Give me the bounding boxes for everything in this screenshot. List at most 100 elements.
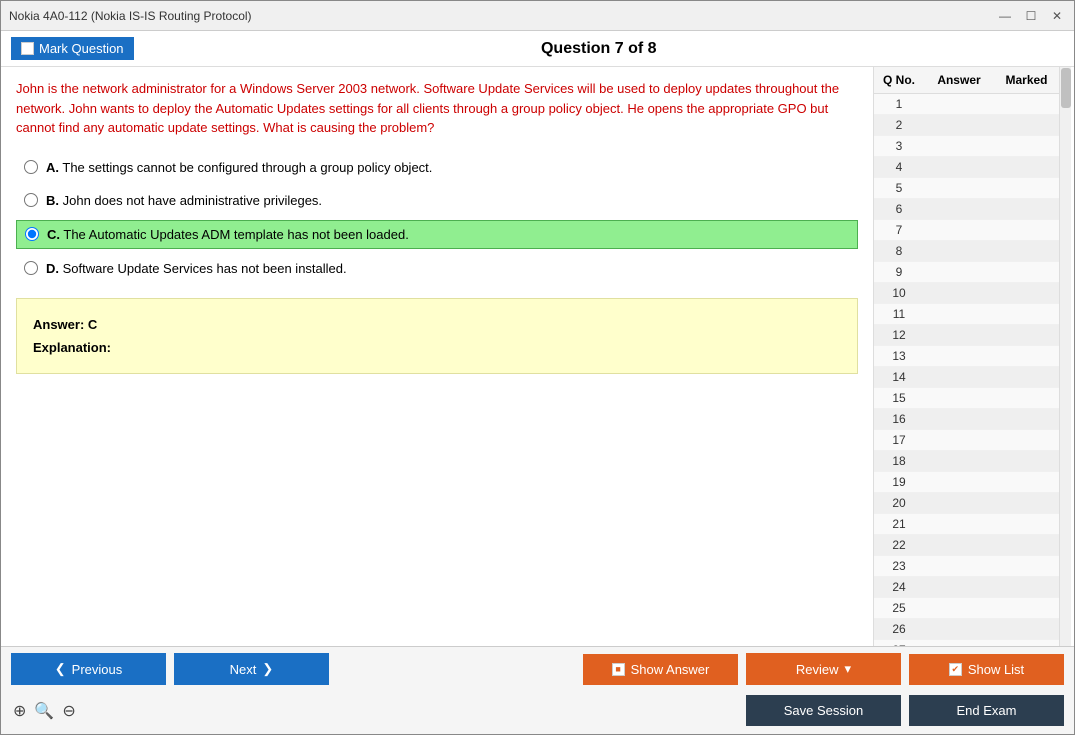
option-b[interactable]: B. John does not have administrative pri… xyxy=(16,187,858,214)
sidebar-row-marked xyxy=(994,430,1059,450)
sidebar-row-answer xyxy=(924,136,994,156)
title-bar-controls: — ☐ ✕ xyxy=(996,9,1066,23)
sidebar-row-marked xyxy=(994,472,1059,492)
sidebar-header-marked: Marked xyxy=(994,71,1059,89)
show-list-button[interactable]: ✔ Show List xyxy=(909,654,1064,685)
sidebar-row[interactable]: 13 xyxy=(874,346,1059,367)
review-button[interactable]: Review ▾ xyxy=(746,653,901,685)
option-a[interactable]: A. The settings cannot be configured thr… xyxy=(16,154,858,181)
previous-button[interactable]: Previous xyxy=(11,653,166,685)
zoom-normal-button[interactable]: 🔍 xyxy=(32,699,56,723)
sidebar-row-marked xyxy=(994,220,1059,240)
sidebar-row-answer xyxy=(924,493,994,513)
minimize-button[interactable]: — xyxy=(996,9,1014,23)
sidebar-row[interactable]: 4 xyxy=(874,157,1059,178)
sidebar-row-qno: 24 xyxy=(874,577,924,597)
sidebar-row-answer xyxy=(924,430,994,450)
option-a-radio[interactable] xyxy=(24,160,38,174)
sidebar-row-qno: 1 xyxy=(874,94,924,114)
sidebar-row-answer xyxy=(924,619,994,639)
option-d-radio[interactable] xyxy=(24,261,38,275)
sidebar-row[interactable]: 5 xyxy=(874,178,1059,199)
save-session-button[interactable]: Save Session xyxy=(746,695,901,726)
zoom-out-button[interactable]: ⊖ xyxy=(60,699,77,723)
sidebar-row[interactable]: 16 xyxy=(874,409,1059,430)
sidebar-row[interactable]: 26 xyxy=(874,619,1059,640)
close-button[interactable]: ✕ xyxy=(1048,9,1066,23)
sidebar-row[interactable]: 21 xyxy=(874,514,1059,535)
sidebar-row[interactable]: 2 xyxy=(874,115,1059,136)
sidebar-scrollbar-thumb[interactable] xyxy=(1061,68,1071,108)
sidebar-row[interactable]: 22 xyxy=(874,535,1059,556)
sidebar-row-qno: 14 xyxy=(874,367,924,387)
show-list-label: Show List xyxy=(968,662,1024,677)
sidebar-row-marked xyxy=(994,556,1059,576)
sidebar-row[interactable]: 1 xyxy=(874,94,1059,115)
end-exam-label: End Exam xyxy=(957,703,1017,718)
sidebar-row-marked xyxy=(994,325,1059,345)
sidebar-row-marked xyxy=(994,304,1059,324)
option-d[interactable]: D. Software Update Services has not been… xyxy=(16,255,858,282)
sidebar-row[interactable]: 6 xyxy=(874,199,1059,220)
save-session-label: Save Session xyxy=(784,703,864,718)
sidebar-row[interactable]: 7 xyxy=(874,220,1059,241)
sidebar-row-marked xyxy=(994,241,1059,261)
sidebar-row[interactable]: 20 xyxy=(874,493,1059,514)
sidebar-row-marked xyxy=(994,199,1059,219)
sidebar-row-marked xyxy=(994,493,1059,513)
mark-question-button[interactable]: Mark Question xyxy=(11,37,134,60)
sidebar-row[interactable]: 23 xyxy=(874,556,1059,577)
sidebar-row-answer xyxy=(924,178,994,198)
review-label: Review xyxy=(796,662,839,677)
answer-box: Answer: C Explanation: xyxy=(16,298,858,375)
sidebar-row[interactable]: 25 xyxy=(874,598,1059,619)
action-row: ⊕ 🔍 ⊖ Save Session End Exam xyxy=(1,691,1074,734)
sidebar-header-qno: Q No. xyxy=(874,71,924,89)
option-c[interactable]: C. The Automatic Updates ADM template ha… xyxy=(16,220,858,249)
option-b-radio[interactable] xyxy=(24,193,38,207)
end-exam-button[interactable]: End Exam xyxy=(909,695,1064,726)
sidebar-row-qno: 17 xyxy=(874,430,924,450)
next-button[interactable]: Next xyxy=(174,653,329,685)
sidebar-row[interactable]: 9 xyxy=(874,262,1059,283)
sidebar-row-qno: 5 xyxy=(874,178,924,198)
title-bar: Nokia 4A0-112 (Nokia IS-IS Routing Proto… xyxy=(1,1,1074,31)
sidebar-row-answer xyxy=(924,409,994,429)
sidebar-row[interactable]: 8 xyxy=(874,241,1059,262)
sidebar-row-marked xyxy=(994,598,1059,618)
sidebar-row[interactable]: 17 xyxy=(874,430,1059,451)
sidebar-row-qno: 3 xyxy=(874,136,924,156)
show-answer-check-icon: ■ xyxy=(612,663,625,676)
next-label: Next xyxy=(230,662,257,677)
sidebar-row-marked xyxy=(994,451,1059,471)
sidebar-row[interactable]: 15 xyxy=(874,388,1059,409)
zoom-in-button[interactable]: ⊕ xyxy=(11,699,28,723)
sidebar-row-answer xyxy=(924,262,994,282)
sidebar-row-marked xyxy=(994,136,1059,156)
zoom-controls: ⊕ 🔍 ⊖ xyxy=(11,699,78,723)
sidebar-scrollbar[interactable] xyxy=(1059,67,1071,646)
show-answer-button[interactable]: ■ Show Answer xyxy=(583,654,738,685)
sidebar-row-marked xyxy=(994,157,1059,177)
sidebar-row[interactable]: 19 xyxy=(874,472,1059,493)
option-c-radio[interactable] xyxy=(25,227,39,241)
restore-button[interactable]: ☐ xyxy=(1022,9,1040,23)
sidebar-row[interactable]: 10 xyxy=(874,283,1059,304)
sidebar-row[interactable]: 14 xyxy=(874,367,1059,388)
sidebar-row[interactable]: 3 xyxy=(874,136,1059,157)
sidebar-row[interactable]: 11 xyxy=(874,304,1059,325)
sidebar-row-qno: 23 xyxy=(874,556,924,576)
sidebar-row-answer xyxy=(924,241,994,261)
sidebar-row-qno: 13 xyxy=(874,346,924,366)
explanation-text: Explanation: xyxy=(33,336,841,359)
question-area: John is the network administrator for a … xyxy=(1,67,874,646)
previous-label: Previous xyxy=(72,662,123,677)
sidebar-row[interactable]: 18 xyxy=(874,451,1059,472)
sidebar-row-marked xyxy=(994,409,1059,429)
sidebar-row-qno: 12 xyxy=(874,325,924,345)
sidebar-row[interactable]: 12 xyxy=(874,325,1059,346)
sidebar-row[interactable]: 24 xyxy=(874,577,1059,598)
sidebar-row-marked xyxy=(994,535,1059,555)
sidebar-row-marked xyxy=(994,115,1059,135)
options-list: A. The settings cannot be configured thr… xyxy=(16,154,858,282)
